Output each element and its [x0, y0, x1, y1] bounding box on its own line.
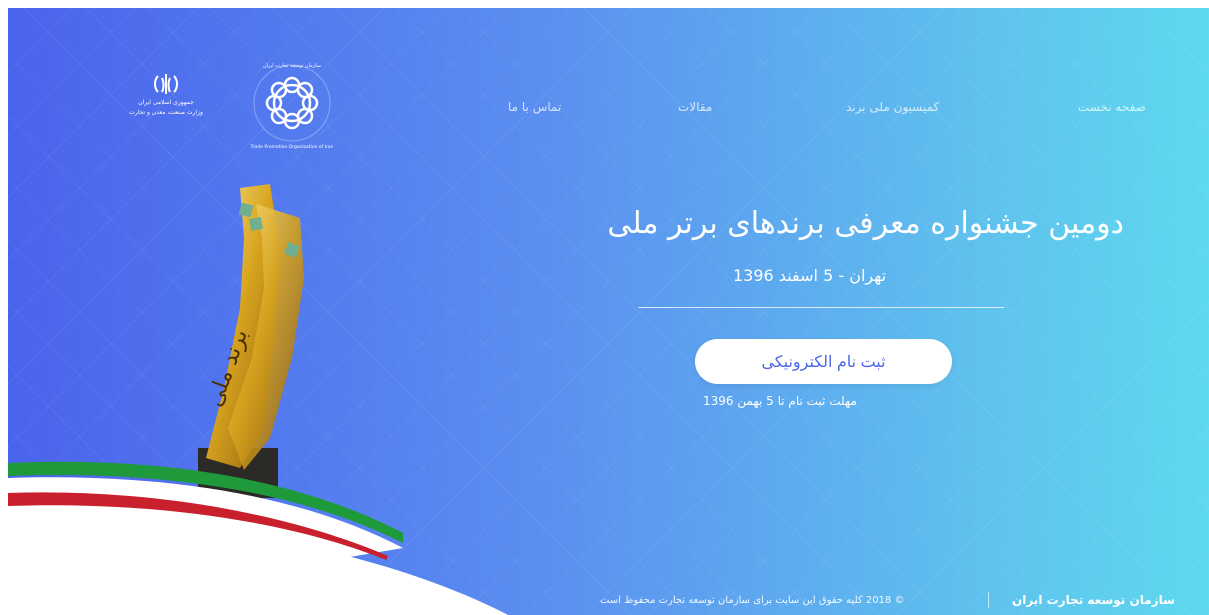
- footer-separator: [988, 592, 989, 608]
- register-button[interactable]: ثبت نام الکترونیکی: [695, 339, 952, 384]
- festival-date: تهران - 5 اسفند 1396: [733, 266, 887, 285]
- hero-banner: صفحه نخست کمیسیون ملی برند مقالات تماس ب…: [8, 8, 1209, 615]
- footer-copyright: © 2018 کلیه حقوق این سایت برای سازمان تو…: [600, 595, 905, 606]
- trophy-and-flag-illustration: برند ملی: [8, 184, 508, 615]
- festival-title: دومین جشنواره معرفی برندهای برتر ملی: [607, 206, 1124, 241]
- trophy-gem: [249, 217, 263, 231]
- registration-deadline: مهلت ثبت نام تا 5 بهمن 1396: [703, 394, 857, 408]
- footer-brand: سازمان توسعه تجارت ایران: [1012, 593, 1175, 607]
- divider: [638, 307, 1004, 308]
